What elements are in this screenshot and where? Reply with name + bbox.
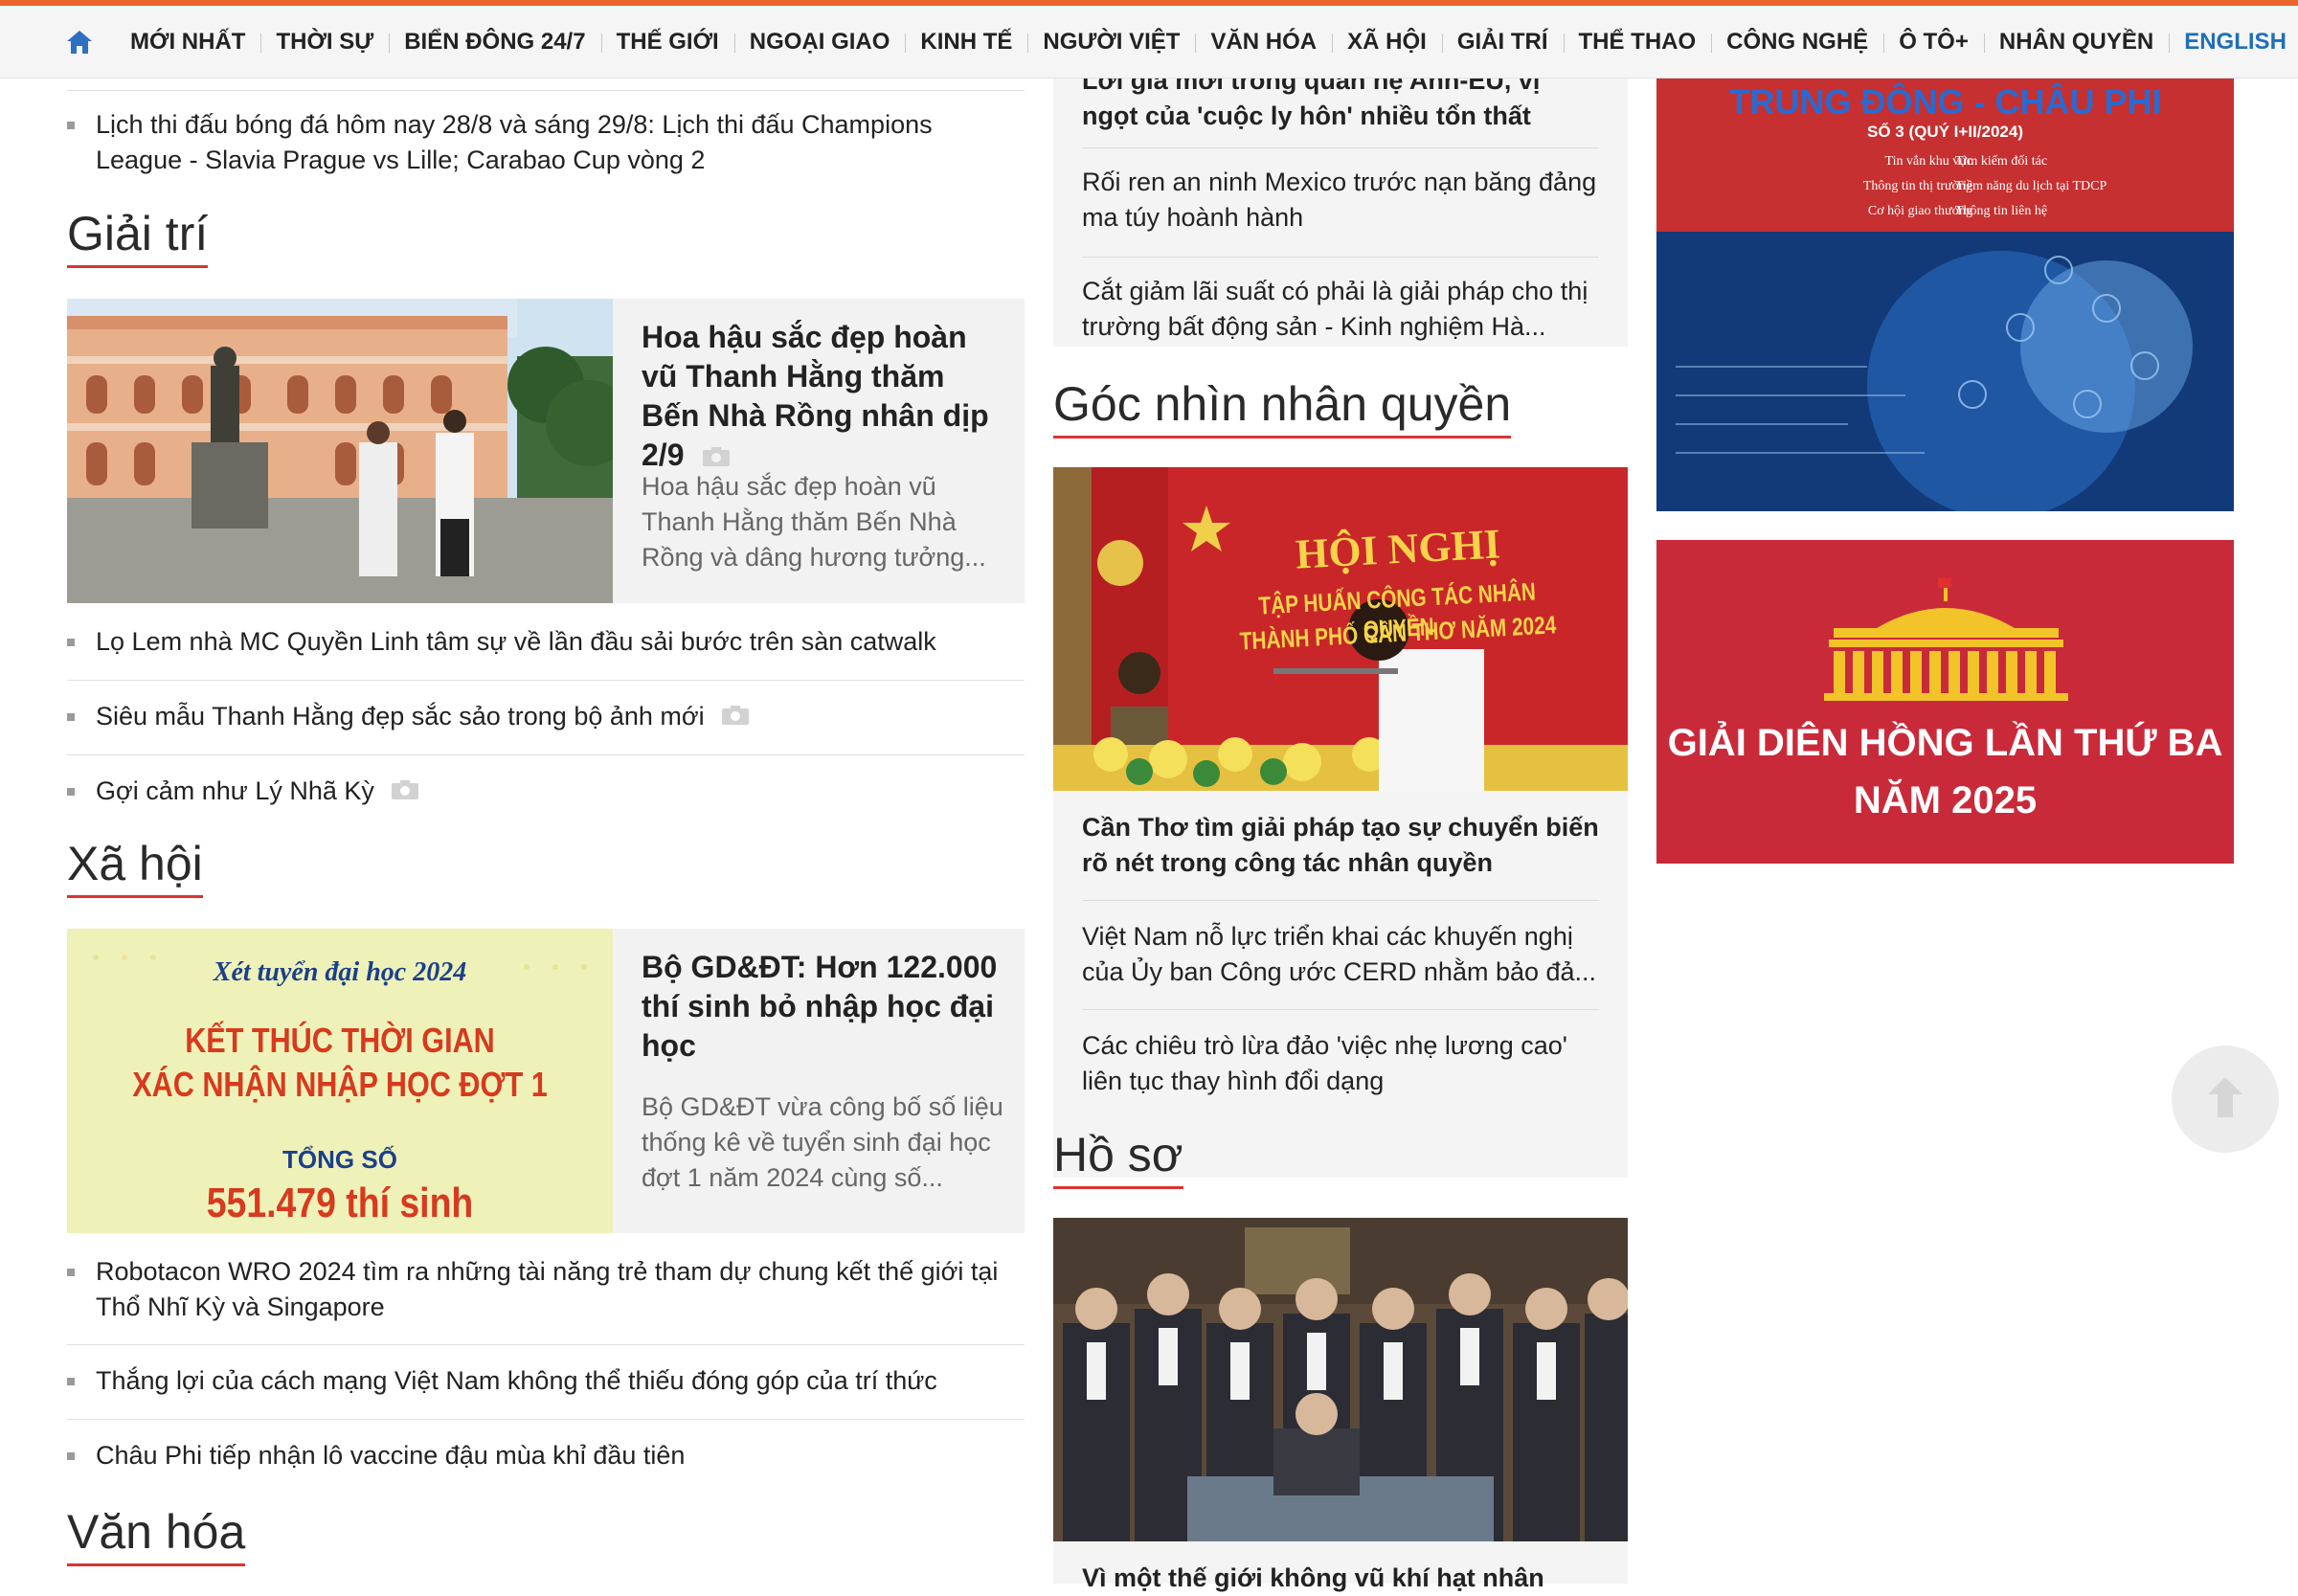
ad-bullet: Thông tin liên hệ <box>1955 204 2048 218</box>
nav-item-o-to[interactable]: Ô TÔ+ <box>1883 26 1984 58</box>
camera-icon <box>721 700 750 735</box>
ad-bullet: Thông tin thị trường <box>1862 179 1972 193</box>
ad-title: TRUNG ĐÔNG - CHÂU PHI <box>1728 82 2162 122</box>
list-item[interactable]: Lọ Lem nhà MC Quyền Linh tâm sự về lần đ… <box>67 624 1025 660</box>
article-title[interactable]: Hoa hậu sắc đẹp hoàn vũ Thanh Hằng thăm … <box>642 318 1005 477</box>
divider <box>67 90 1025 91</box>
section-title[interactable]: Giải trí <box>67 207 209 268</box>
list-item[interactable]: Cắt giảm lãi suất có phải là giải pháp c… <box>1082 274 1599 345</box>
image-caption-line: TỔNG SỐ <box>282 1145 397 1174</box>
advertisement-banner[interactable]: GIẢI DIÊN HỒNG LẦN THỨ BA NĂM 2025 <box>1656 540 2234 864</box>
ad-title: GIẢI DIÊN HỒNG LẦN THỨ BA <box>1667 722 2223 764</box>
list-item-label[interactable]: Gợi cảm như Lý Nhã Kỳ <box>96 776 374 805</box>
featured-article[interactable]: Xét tuyển đại học 2024 KẾT THÚC THỜI GIA… <box>67 929 1025 1233</box>
nav-item-cong-nghe[interactable]: CÔNG NGHỆ <box>1711 26 1883 58</box>
section-header-nhan-quyen: Góc nhìn nhân quyền <box>1053 377 1512 438</box>
nav-item-nguoi-viet[interactable]: NGƯỜI VIỆT <box>1027 26 1195 58</box>
section-title[interactable]: Xã hội <box>67 837 203 898</box>
featured-box: Vì một thế giới không vũ khí hạt nhân <box>1053 1218 1628 1592</box>
list-item[interactable]: Châu Phi tiếp nhận lô vaccine đậu mùa kh… <box>67 1438 1025 1473</box>
article-title-text[interactable]: Hoa hậu sắc đẹp hoàn vũ Thanh Hằng thăm … <box>642 320 989 472</box>
ad-bullet: Cơ hội giao thương <box>1867 204 1972 218</box>
nav-item-moi-nhat[interactable]: MỚI NHẤT <box>115 26 260 58</box>
image-caption-line: 551.479 thí sinh <box>206 1180 474 1226</box>
article-thumbnail[interactable]: Xét tuyển đại học 2024 KẾT THÚC THỜI GIA… <box>67 929 613 1233</box>
section-header-ho-so: Hồ sơ <box>1053 1128 1183 1189</box>
list-item[interactable]: Việt Nam nỗ lực triển khai các khuyến ng… <box>1082 919 1599 990</box>
ad-bullets-left: Tin vắn khu vực Thông tin thị trường Cơ … <box>1781 149 1972 224</box>
divider <box>1082 1009 1599 1010</box>
nav-item-thoi-su[interactable]: THỜI SỰ <box>260 26 389 58</box>
featured-article[interactable]: Hoa hậu sắc đẹp hoàn vũ Thanh Hằng thăm … <box>67 299 1025 603</box>
home-icon[interactable] <box>65 26 98 58</box>
article-summary: Hoa hậu sắc đẹp hoàn vũ Thanh Hằng thăm … <box>642 472 986 572</box>
article-thumbnail[interactable] <box>1053 1218 1628 1541</box>
nav-item-kinh-te[interactable]: KINH TẾ <box>905 26 1027 58</box>
section-header-van-hoa: Văn hóa <box>67 1505 246 1566</box>
nav-item-nhan-quyen[interactable]: NHÂN QUYỀN <box>1983 26 2169 58</box>
divider <box>67 754 1025 755</box>
news-list-box: Lời giả mới trong quan hệ Anh-EU, vị ngọ… <box>1053 66 1628 347</box>
list-item-label[interactable]: Siêu mẫu Thanh Hằng đẹp sắc sảo trong bộ… <box>96 702 705 731</box>
ad-bullet: Tìm kiếm đối tác <box>1955 154 2048 169</box>
divider <box>67 1344 1025 1345</box>
featured-box: HỘI NGHỊ TẬP HUẤN CÔNG TÁC NHÂN QUYỀN TH… <box>1053 467 1628 1178</box>
nav-item-the-thao[interactable]: THỂ THAO <box>1563 26 1712 58</box>
divider <box>67 1419 1025 1420</box>
section-title[interactable]: Hồ sơ <box>1053 1128 1183 1189</box>
nav-item-xa-hoi[interactable]: XÃ HỘI <box>1332 26 1442 58</box>
article-title[interactable]: Vì một thế giới không vũ khí hạt nhân <box>1082 1561 1599 1596</box>
top-navigation: MỚI NHẤT THỜI SỰ BIỂN ĐÔNG 24/7 THẾ GIỚI… <box>0 0 2298 79</box>
nav-menu: MỚI NHẤT THỜI SỰ BIỂN ĐÔNG 24/7 THẾ GIỚI… <box>65 6 2298 79</box>
list-item[interactable]: Robotacon WRO 2024 tìm ra những tài năng… <box>67 1254 1025 1325</box>
divider <box>67 680 1025 681</box>
scroll-to-top-button[interactable] <box>2172 1045 2279 1153</box>
article-title[interactable]: Bộ GD&ĐT: Hơn 122.000 thí sinh bỏ nhập h… <box>642 948 1005 1066</box>
article-summary: Bộ GD&ĐT vừa công bố số liệu thống kê về… <box>642 1092 1003 1192</box>
article-thumbnail[interactable] <box>67 299 613 603</box>
image-caption-line: XÁC NHẬN NHẬP HỌC ĐỢT 1 <box>132 1065 548 1104</box>
section-title[interactable]: Văn hóa <box>67 1505 246 1566</box>
list-item[interactable]: Gợi cảm như Lý Nhã Kỳ <box>67 774 1025 810</box>
article-title[interactable]: Cần Thơ tìm giải pháp tạo sự chuyển biến… <box>1082 810 1599 881</box>
advertisement-banner[interactable]: TRUNG ĐÔNG - CHÂU PHI SỐ 3 (QUÝ I+II/202… <box>1656 79 2234 511</box>
list-item[interactable]: Các chiêu trò lừa đảo 'việc nhẹ lương ca… <box>1082 1028 1599 1099</box>
list-item[interactable]: Lịch thi đấu bóng đá hôm nay 28/8 và sán… <box>67 107 1025 178</box>
ad-bullet: Tiềm năng du lịch tại TDCP <box>1955 179 2107 193</box>
ad-bullets-right: Tìm kiếm đối tác Tiềm năng du lịch tại T… <box>1955 149 2185 224</box>
section-header-giai-tri: Giải trí <box>67 207 209 268</box>
article-thumbnail[interactable]: HỘI NGHỊ TẬP HUẤN CÔNG TÁC NHÂN QUYỀN TH… <box>1053 467 1628 791</box>
nav-item-giai-tri[interactable]: GIẢI TRÍ <box>1441 26 1564 58</box>
nav-item-ngoai-giao[interactable]: NGOẠI GIAO <box>733 26 906 58</box>
nav-item-van-hoa[interactable]: VĂN HÓA <box>1195 26 1332 58</box>
list-item[interactable]: Thắng lợi của cách mạng Việt Nam không t… <box>67 1363 1025 1399</box>
divider <box>1082 257 1599 258</box>
list-item[interactable]: Siêu mẫu Thanh Hằng đẹp sắc sảo trong bộ… <box>67 699 1025 735</box>
section-title[interactable]: Góc nhìn nhân quyền <box>1053 377 1512 438</box>
ad-issue: SỐ 3 (QUÝ I+II/2024) <box>1867 123 2023 141</box>
ad-subtitle: NĂM 2025 <box>1853 779 2038 821</box>
arrow-up-icon <box>2204 1073 2246 1126</box>
nav-item-bien-dong[interactable]: BIỂN ĐÔNG 24/7 <box>389 26 600 58</box>
divider <box>1082 900 1599 901</box>
image-caption-line: Xét tuyển đại học 2024 <box>213 957 467 987</box>
nav-item-the-gioi[interactable]: THẾ GIỚI <box>600 26 734 58</box>
image-caption-line: KẾT THÚC THỜI GIAN <box>185 1021 495 1060</box>
section-header-xa-hoi: Xã hội <box>67 837 203 898</box>
divider <box>1082 147 1599 148</box>
ad-bullet: Tin vắn khu vực <box>1884 154 1972 169</box>
nav-item-english[interactable]: ENGLISH <box>2169 26 2298 58</box>
list-item[interactable]: Rối ren an ninh Mexico trước nạn băng đả… <box>1082 165 1599 236</box>
camera-icon <box>391 775 419 810</box>
